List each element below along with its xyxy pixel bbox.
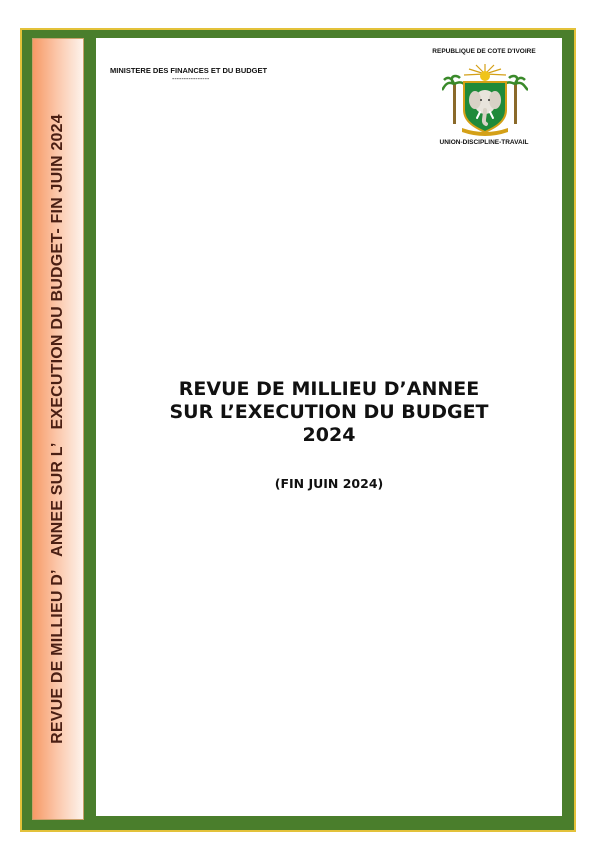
- document-subtitle: (FIN JUIN 2024): [274, 476, 384, 491]
- ministry-separator: ----------------: [172, 76, 210, 83]
- document-title: REVUE DE MILLIEU D’ANNEE SUR L’EXECUTION…: [96, 378, 562, 447]
- ministry-name: MINISTERE DES FINANCES ET DU BUDGET: [110, 66, 268, 75]
- republic-name: REPUBLIQUE DE COTE D'IVOIRE: [432, 48, 536, 55]
- national-motto: UNION-DISCIPLINE-TRAVAIL: [439, 139, 529, 146]
- coat-of-arms-icon: [442, 64, 528, 136]
- palm-left-icon: [442, 74, 468, 124]
- title-line-3: 2024: [302, 424, 356, 446]
- title-line-2: SUR L’EXECUTION DU BUDGET: [169, 401, 489, 423]
- spine-title: REVUE DE MILLIEU D’ ANNEE SUR L’ EXECUTI…: [49, 114, 66, 744]
- title-line-1: REVUE DE MILLIEU D’ANNEE: [178, 378, 480, 400]
